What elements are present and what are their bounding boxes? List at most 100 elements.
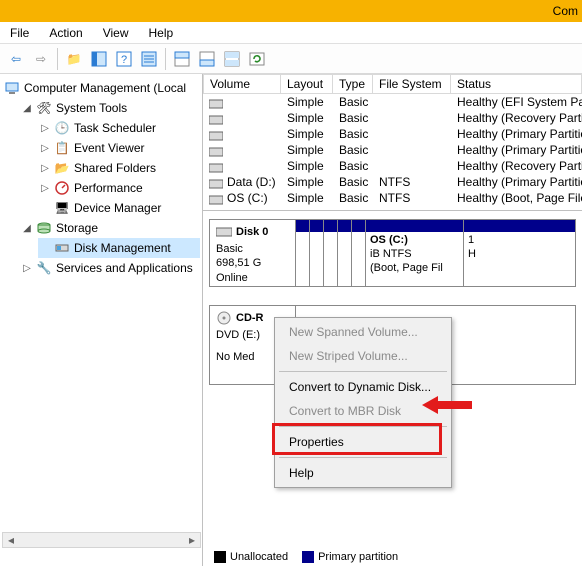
ctx-new-spanned: New Spanned Volume... [277, 320, 449, 344]
disk-size: 698,51 G [216, 256, 289, 270]
partition-cell[interactable] [352, 220, 366, 286]
tree-shared-folders[interactable]: ▷ 📂 Shared Folders [38, 158, 200, 178]
tree-event-viewer[interactable]: ▷ 📋 Event Viewer [38, 138, 200, 158]
arrow-right-icon: ⇨ [36, 52, 46, 66]
back-button[interactable]: ⇦ [4, 47, 28, 71]
legend: Unallocated Primary partition [214, 551, 398, 563]
volume-icon [209, 162, 223, 172]
partition-cell[interactable] [310, 220, 324, 286]
partition-cell[interactable] [324, 220, 338, 286]
volume-row[interactable]: OS (C:)SimpleBasicNTFSHealthy (Boot, Pag… [203, 190, 582, 206]
disk-icon [216, 224, 232, 240]
action-list-button[interactable] [137, 47, 161, 71]
partition-os-c[interactable]: OS (C:) iB NTFS (Boot, Page Fil [366, 220, 464, 286]
folder-up-icon: 📁 [67, 52, 82, 66]
forward-button[interactable]: ⇨ [29, 47, 53, 71]
tree-root-label: Computer Management (Local [24, 81, 186, 95]
volume-fs [373, 149, 451, 151]
volume-list: Volume Layout Type File System Status Si… [203, 74, 582, 211]
collapse-icon[interactable]: ◢ [22, 223, 32, 234]
volume-status: Healthy (Primary Partition) [451, 174, 582, 190]
volume-row[interactable]: SimpleBasicHealthy (Primary Partition) [203, 142, 582, 158]
view-bottom-button[interactable] [195, 47, 219, 71]
partition-cell[interactable]: 1 H [464, 220, 575, 286]
tree-services[interactable]: ▷ 🔧 Services and Applications [20, 258, 200, 278]
volume-layout: Simple [281, 158, 333, 174]
tree-pane: Computer Management (Local ◢ 🛠 System To… [0, 74, 203, 566]
arrow-left-icon: ⇦ [11, 52, 21, 66]
volume-layout: Simple [281, 142, 333, 158]
volume-fs [373, 133, 451, 135]
volume-type: Basic [333, 94, 373, 110]
show-hide-tree-button[interactable] [87, 47, 111, 71]
disk-0-strip[interactable]: Disk 0 Basic 698,51 G Online OS (C:) iB … [209, 219, 576, 287]
tree-label: Performance [74, 181, 143, 195]
col-status[interactable]: Status [451, 74, 582, 94]
col-type[interactable]: Type [333, 74, 373, 94]
window-title: Com [553, 4, 578, 18]
volume-name: Data (D:) [227, 175, 276, 189]
tree-label: System Tools [56, 101, 127, 115]
legend-primary: Primary partition [302, 551, 398, 563]
menu-file[interactable]: File [0, 23, 39, 43]
ctx-help[interactable]: Help [277, 461, 449, 485]
expand-icon[interactable]: ▷ [40, 163, 50, 174]
partition-detail: iB NTFS [370, 248, 412, 260]
ctx-new-striped: New Striped Volume... [277, 344, 449, 368]
volume-row[interactable]: SimpleBasicHealthy (EFI System Partitio [203, 94, 582, 110]
help-button[interactable]: ? [112, 47, 136, 71]
tree-h-scrollbar[interactable]: ◂ ▸ [2, 532, 201, 548]
volume-row[interactable]: SimpleBasicHealthy (Recovery Partition) [203, 158, 582, 174]
tree-performance[interactable]: ▷ Performance [38, 178, 200, 198]
tree-device-manager[interactable]: 🖥 Device Manager [38, 198, 200, 218]
tree-root[interactable]: Computer Management (Local [2, 78, 200, 98]
view-top-button[interactable] [170, 47, 194, 71]
partition-cell[interactable] [296, 220, 310, 286]
toolbar-divider [57, 48, 58, 70]
col-volume[interactable]: Volume [203, 74, 281, 94]
volume-status: Healthy (Primary Partition) [451, 126, 582, 142]
tree-storage[interactable]: ◢ Storage [20, 218, 200, 238]
partition-detail: H [468, 248, 476, 260]
ctx-properties[interactable]: Properties [277, 430, 449, 454]
ctx-convert-mbr: Convert to MBR Disk [277, 399, 449, 423]
tree-task-scheduler[interactable]: ▷ 🕒 Task Scheduler [38, 118, 200, 138]
scroll-right-icon[interactable]: ▸ [184, 533, 200, 547]
volume-layout: Simple [281, 190, 333, 206]
tree-label: Storage [56, 221, 98, 235]
tree-disk-management[interactable]: Disk Management [38, 238, 200, 258]
volume-row[interactable]: SimpleBasicHealthy (Recovery Partition) [203, 110, 582, 126]
col-layout[interactable]: Layout [281, 74, 333, 94]
menubar: File Action View Help [0, 22, 582, 44]
expand-icon[interactable]: ▷ [22, 263, 32, 274]
volume-icon [209, 146, 223, 156]
menu-help[interactable]: Help [139, 23, 184, 43]
partition-cell[interactable] [338, 220, 352, 286]
collapse-icon[interactable]: ◢ [22, 103, 32, 114]
view-settings-button[interactable] [220, 47, 244, 71]
disk-icon [54, 240, 70, 256]
tree-label: Shared Folders [74, 161, 156, 175]
cdrom-icon [216, 310, 232, 326]
refresh-button[interactable] [245, 47, 269, 71]
storage-icon [36, 220, 52, 236]
wrench-icon: 🛠 [36, 100, 52, 116]
tree-system-tools[interactable]: ◢ 🛠 System Tools [20, 98, 200, 118]
expand-icon[interactable]: ▷ [40, 143, 50, 154]
menu-view[interactable]: View [93, 23, 139, 43]
expand-icon[interactable]: ▷ [40, 123, 50, 134]
tree-label: Task Scheduler [74, 121, 156, 135]
volume-row[interactable]: Data (D:)SimpleBasicNTFSHealthy (Primary… [203, 174, 582, 190]
col-filesystem[interactable]: File System [373, 74, 451, 94]
tree-label: Services and Applications [56, 261, 193, 275]
volume-status: Healthy (Boot, Page File, Cra [451, 190, 582, 206]
volume-icon [209, 114, 223, 124]
expand-icon[interactable]: ▷ [40, 183, 50, 194]
menu-action[interactable]: Action [39, 23, 92, 43]
disk-0-header[interactable]: Disk 0 Basic 698,51 G Online [210, 220, 296, 286]
ctx-convert-dynamic[interactable]: Convert to Dynamic Disk... [277, 375, 449, 399]
legend-unallocated: Unallocated [214, 551, 288, 563]
volume-row[interactable]: SimpleBasicHealthy (Primary Partition) [203, 126, 582, 142]
scroll-left-icon[interactable]: ◂ [3, 533, 19, 547]
up-button[interactable]: 📁 [62, 47, 86, 71]
